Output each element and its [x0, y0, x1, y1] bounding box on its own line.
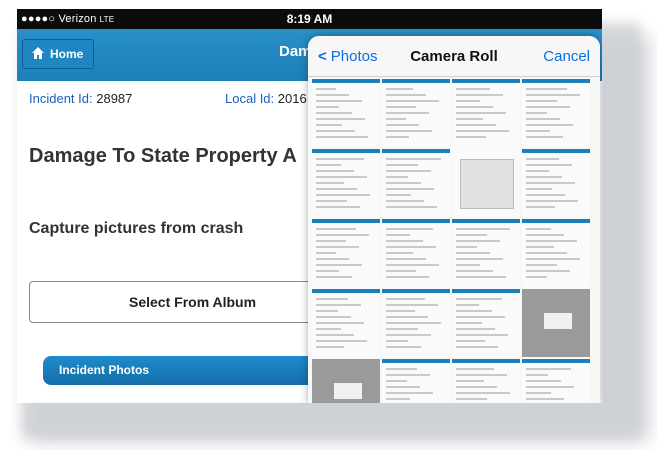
capture-label: Capture pictures from crash: [29, 220, 244, 237]
photo-thumbnail[interactable]: [452, 289, 520, 357]
cancel-button[interactable]: Cancel: [543, 48, 590, 65]
select-from-album-label: Select From Album: [129, 294, 257, 310]
local-id-value: 2016: [277, 91, 307, 106]
home-label: Home: [50, 47, 84, 61]
form-heading: Damage To State Property A: [29, 145, 297, 167]
photo-thumbnail[interactable]: [452, 219, 520, 287]
photo-thumbnail[interactable]: [522, 289, 590, 357]
photo-thumbnail[interactable]: [382, 289, 450, 357]
local-id: Local Id: 2016: [225, 91, 307, 106]
photo-thumbnail[interactable]: [312, 79, 380, 147]
incident-id: Incident Id: 28987: [29, 91, 132, 106]
home-button[interactable]: Home: [22, 39, 94, 69]
incident-photos-label: Incident Photos: [59, 363, 149, 377]
camera-roll-picker: < Photos Camera Roll Cancel: [308, 36, 600, 403]
photo-thumbnail[interactable]: [452, 359, 520, 403]
photo-thumbnail[interactable]: [452, 79, 520, 147]
photo-thumbnail[interactable]: [382, 79, 450, 147]
status-bar: ●●●●○ Verizon LTE 8:19 AM: [17, 9, 602, 29]
photo-thumbnail[interactable]: [312, 219, 380, 287]
photo-thumbnail[interactable]: [522, 219, 590, 287]
photo-thumbnail[interactable]: [312, 359, 380, 403]
photo-thumbnail[interactable]: [312, 289, 380, 357]
photo-thumbnail[interactable]: [522, 79, 590, 147]
photo-thumbnail[interactable]: [382, 149, 450, 217]
photo-thumbnail[interactable]: [382, 359, 450, 403]
incident-id-value: 28987: [96, 91, 133, 106]
incident-id-label: Incident Id:: [29, 91, 93, 106]
clock: 8:19 AM: [286, 12, 333, 26]
home-icon: [32, 47, 44, 59]
picker-navbar: < Photos Camera Roll Cancel: [308, 36, 600, 77]
photo-thumbnail[interactable]: [522, 149, 590, 217]
photo-thumbnail[interactable]: [452, 149, 520, 217]
photo-thumbnail[interactable]: [312, 149, 380, 217]
photo-thumbnail[interactable]: [382, 219, 450, 287]
phone-screen: ●●●●○ Verizon LTE 8:19 AM Home Dama Incid…: [17, 9, 602, 403]
photo-thumbnail[interactable]: [522, 359, 590, 403]
local-id-label: Local Id:: [225, 91, 275, 106]
